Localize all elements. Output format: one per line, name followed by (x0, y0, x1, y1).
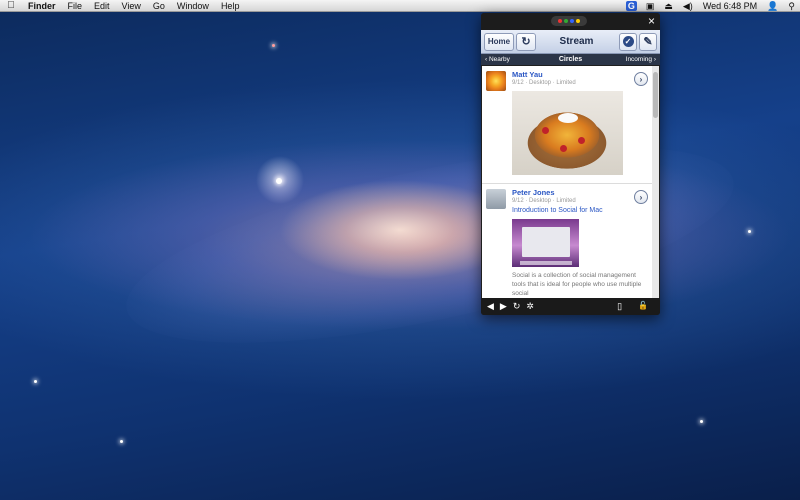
check-icon: ✓ (622, 36, 634, 47)
menu-bar:  Finder File Edit View Go Window Help G… (0, 0, 800, 12)
scrollbar-thumb[interactable] (653, 72, 658, 118)
post-body: Social is a collection of social managem… (512, 272, 642, 297)
pencil-icon: ✎ (643, 36, 653, 48)
chevron-right-icon[interactable]: › (634, 72, 648, 86)
menu-finder[interactable]: Finder (22, 1, 62, 11)
forward-icon[interactable]: ▶ (500, 301, 507, 312)
stream-feed: Matt Yau 9/12 · Desktop · Limited › Pete… (482, 66, 652, 309)
stream-title: Stream (559, 36, 594, 47)
list-item[interactable]: Matt Yau 9/12 · Desktop · Limited › (482, 66, 652, 184)
app-logo-icon (551, 16, 587, 26)
star (272, 44, 275, 47)
compose-button[interactable]: ✎ (639, 32, 657, 51)
circle-nav: ‹ Nearby Circles Incoming › (481, 54, 660, 65)
menu-window[interactable]: Window (171, 1, 215, 11)
check-button[interactable]: ✓ (619, 32, 637, 51)
bottom-right-controls: ▯ 🔓 (617, 301, 654, 312)
menu-edit[interactable]: Edit (88, 1, 116, 11)
eject-icon[interactable]: ⏏ (659, 1, 678, 12)
chevron-right-icon[interactable]: › (634, 190, 648, 204)
star (748, 230, 751, 233)
post-meta: 9/12 · Desktop · Limited (512, 198, 576, 204)
display-icon[interactable]: ▣ (641, 1, 660, 12)
volume-icon[interactable]: ◀) (678, 1, 698, 12)
post-photo[interactable] (512, 91, 623, 175)
menu-help[interactable]: Help (215, 1, 246, 11)
app-bottom-bar: ◀ ▶ ↻ ✲ ▯ 🔓 (481, 298, 660, 315)
star (34, 380, 37, 383)
nearby-link[interactable]: ‹ Nearby (485, 56, 525, 63)
incoming-link[interactable]: Incoming › (616, 56, 656, 63)
post-author[interactable]: Matt Yau (512, 70, 648, 79)
post-link[interactable]: Introduction to Social for Mac (512, 207, 648, 214)
clock[interactable]: Wed 6:48 PM (698, 1, 762, 11)
avatar[interactable] (486, 71, 506, 91)
screenshot-window (522, 227, 570, 257)
post-photo[interactable] (512, 219, 579, 267)
star (120, 440, 123, 443)
avatar[interactable] (486, 189, 506, 209)
social-app-window: × Home ↻ Stream ✓ ✎ ‹ Nearby Circles Inc… (481, 13, 660, 315)
star (700, 420, 703, 423)
lock-icon[interactable]: 🔓 (638, 301, 648, 312)
list-item[interactable]: Peter Jones 9/12 · Desktop · Limited › I… (482, 184, 652, 309)
berry (578, 137, 585, 144)
apple-menu-icon[interactable]:  (0, 0, 22, 11)
device-icon[interactable]: ▯ (617, 301, 622, 312)
reload-icon[interactable]: ↻ (513, 301, 521, 312)
menu-extras: G ▣ ⏏ ◀) Wed 6:48 PM 👤 ⚲ (622, 0, 800, 12)
home-button[interactable]: Home (484, 32, 514, 51)
gear-icon[interactable]: ✲ (526, 301, 534, 312)
refresh-icon[interactable]: ↻ (516, 32, 536, 51)
close-icon[interactable]: × (648, 14, 655, 28)
social-app-tray-icon[interactable]: G (625, 1, 637, 11)
circles-title[interactable]: Circles (525, 56, 616, 63)
app-titlebar: × (481, 13, 660, 30)
menu-file[interactable]: File (62, 1, 89, 11)
post-meta: 9/12 · Desktop · Limited (512, 80, 576, 86)
menu-go[interactable]: Go (147, 1, 171, 11)
scrollbar[interactable] (652, 66, 659, 309)
star (276, 178, 282, 184)
screenshot-dock (520, 261, 572, 265)
back-icon[interactable]: ◀ (487, 301, 494, 312)
user-icon[interactable]: 👤 (762, 1, 783, 12)
berry (542, 127, 549, 134)
menu-view[interactable]: View (116, 1, 147, 11)
berry (560, 145, 567, 152)
app-toolbar: Home ↻ Stream ✓ ✎ (481, 30, 660, 54)
spotlight-icon[interactable]: ⚲ (783, 1, 800, 12)
cake-plate (558, 113, 578, 123)
post-author[interactable]: Peter Jones (512, 188, 648, 197)
